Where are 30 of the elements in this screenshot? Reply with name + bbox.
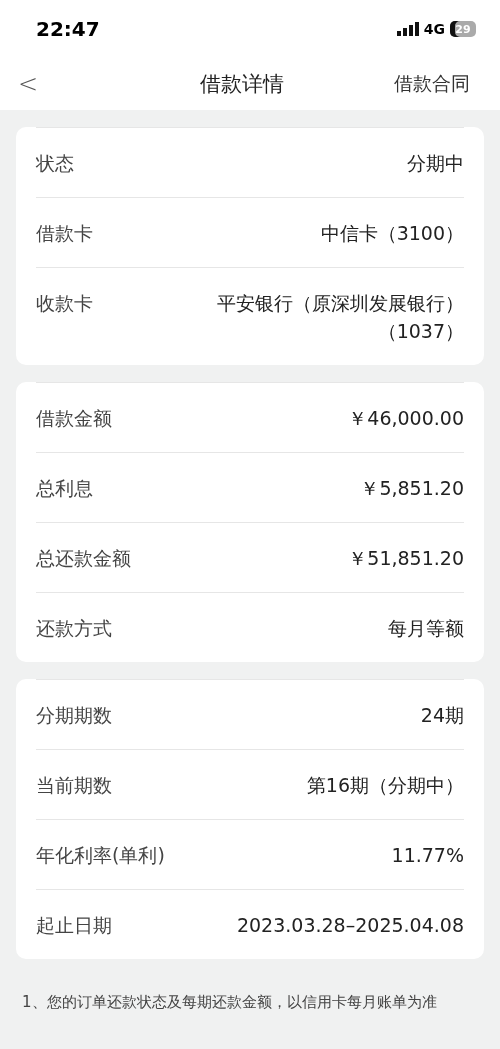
note-text: 1、您的订单还款状态及每期还款金额，以信用卡每月账单为准 (22, 992, 438, 1013)
battery-icon: 29 (450, 21, 476, 37)
page-title: 借款详情 (200, 71, 284, 98)
field-value: 11.77% (391, 843, 464, 868)
network-label: 4G (423, 21, 445, 37)
field-label: 起止日期 (36, 913, 112, 938)
field-value: 第16期（分期中） (306, 773, 464, 798)
signal-icon (396, 22, 419, 36)
field-value: 平安银行（原深圳发展银行）（1037） (216, 291, 464, 344)
field-value: 中信卡（3100） (320, 221, 464, 246)
field-label: 当前期数 (36, 773, 112, 798)
field-value: 24期 (420, 703, 464, 728)
field-value: 2023.03.28–2025.04.08 (236, 913, 464, 938)
field-label: 总还款金额 (36, 546, 131, 571)
field-label: 总利息 (36, 476, 93, 501)
back-button[interactable]: < (14, 70, 43, 98)
field-label: 状态 (36, 151, 74, 176)
field-label: 收款卡 (36, 291, 93, 316)
field-label: 借款卡 (36, 221, 93, 246)
field-label: 借款金额 (36, 406, 112, 431)
field-value: ￥46,000.00 (348, 406, 464, 431)
field-value: ￥5,851.20 (360, 476, 464, 501)
field-label: 年化利率(单利) (36, 843, 165, 868)
field-label: 分期期数 (36, 703, 112, 728)
clock-time: 22:47 (36, 17, 100, 41)
field-value: 每月等额 (388, 616, 464, 641)
field-value: ￥51,851.20 (348, 546, 464, 571)
contract-link[interactable]: 借款合同 (394, 71, 470, 97)
field-value: 分期中 (407, 151, 464, 176)
field-label: 还款方式 (36, 616, 112, 641)
